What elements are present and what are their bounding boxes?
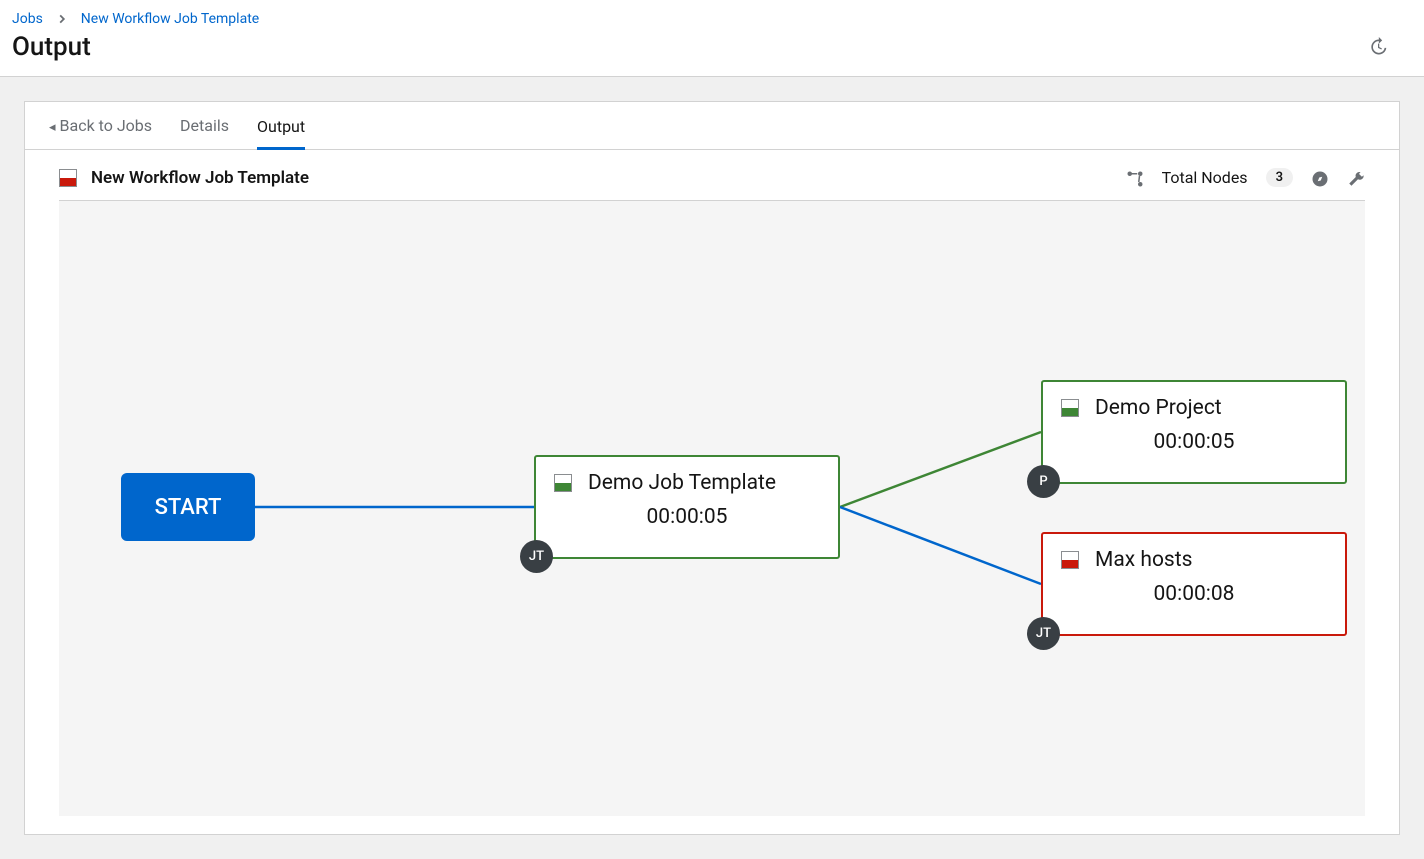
tab-output[interactable]: Output bbox=[257, 103, 305, 150]
status-success-icon bbox=[554, 474, 572, 492]
status-failed-icon bbox=[59, 169, 77, 187]
history-icon[interactable] bbox=[1368, 37, 1388, 57]
node-elapsed: 00:00:05 bbox=[554, 505, 820, 529]
page-title: Output bbox=[12, 32, 91, 62]
node-title: Demo Job Template bbox=[588, 471, 776, 495]
breadcrumb: Jobs New Workflow Job Template bbox=[12, 10, 1408, 28]
node-elapsed: 00:00:08 bbox=[1061, 582, 1327, 606]
compass-icon[interactable] bbox=[1311, 168, 1329, 188]
status-failed-icon bbox=[1061, 551, 1079, 569]
workflow-node-max-hosts[interactable]: Max hosts 00:00:08 JT bbox=[1041, 532, 1347, 636]
workflow-graph-icon[interactable] bbox=[1126, 168, 1144, 188]
total-nodes-label: Total Nodes bbox=[1162, 168, 1248, 187]
workflow-name: New Workflow Job Template bbox=[91, 168, 309, 188]
workflow-canvas[interactable]: START Demo Job Template 00:00:05 JT Demo bbox=[59, 201, 1365, 816]
start-label: START bbox=[155, 495, 222, 520]
tab-details[interactable]: Details bbox=[180, 102, 229, 149]
breadcrumb-jobs[interactable]: Jobs bbox=[12, 11, 43, 27]
node-type-badge: P bbox=[1027, 465, 1060, 498]
back-to-jobs-link[interactable]: Back to Jobs bbox=[49, 102, 152, 149]
chevron-right-icon bbox=[55, 12, 69, 26]
breadcrumb-template[interactable]: New Workflow Job Template bbox=[81, 11, 259, 27]
status-success-icon bbox=[1061, 399, 1079, 417]
node-type-badge: JT bbox=[520, 540, 553, 573]
workflow-node-demo-job-template[interactable]: Demo Job Template 00:00:05 JT bbox=[534, 455, 840, 559]
workflow-node-demo-project[interactable]: Demo Project 00:00:05 P bbox=[1041, 380, 1347, 484]
wrench-icon[interactable] bbox=[1347, 168, 1365, 188]
node-title: Demo Project bbox=[1095, 396, 1222, 420]
workflow-start-node[interactable]: START bbox=[121, 473, 255, 541]
total-nodes-count: 3 bbox=[1266, 168, 1293, 187]
node-type-badge: JT bbox=[1027, 617, 1060, 650]
node-elapsed: 00:00:05 bbox=[1061, 430, 1327, 454]
node-title: Max hosts bbox=[1095, 548, 1192, 572]
